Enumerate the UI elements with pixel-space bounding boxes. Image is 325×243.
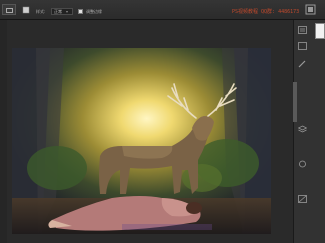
color-swatch[interactable] xyxy=(315,23,325,39)
refine-edge-checkbox[interactable] xyxy=(78,9,83,14)
dropdown-chevron-icon[interactable]: ▾ xyxy=(66,9,68,14)
deer-woman-forest-photo xyxy=(12,48,271,234)
adjustments-icon[interactable] xyxy=(298,195,307,203)
channels-icon[interactable] xyxy=(298,160,307,168)
tools-panel xyxy=(0,20,7,243)
tutorial-watermark: PS视频教程 QQ群: 4486173 xyxy=(232,9,300,15)
photo-canvas[interactable] xyxy=(12,48,271,234)
marquee-tool-preset-icon[interactable] xyxy=(2,4,16,15)
options-bar: 样式: 正常 ▾ 调整边缘 PS视频教程 QQ群: 4486173 xyxy=(0,0,325,20)
style-label: 样式: xyxy=(36,9,46,14)
new-selection-icon[interactable] xyxy=(22,6,30,14)
properties-icon[interactable] xyxy=(298,42,307,50)
workspace-icon[interactable] xyxy=(305,4,316,15)
refine-edge-label: 调整边缘 xyxy=(86,9,102,14)
brush-icon[interactable] xyxy=(298,60,307,68)
panel-scrollbar[interactable] xyxy=(293,82,297,122)
style-select[interactable]: 正常 xyxy=(51,8,73,15)
history-icon[interactable] xyxy=(298,26,307,34)
layers-icon[interactable] xyxy=(298,125,307,133)
